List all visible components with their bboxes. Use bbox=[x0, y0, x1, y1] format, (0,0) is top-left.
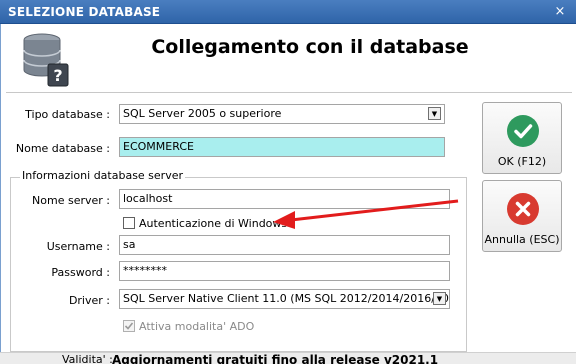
cancel-button-label: Annulla (ESC) bbox=[484, 233, 560, 246]
server-info-group-title: Informazioni database server bbox=[20, 169, 186, 182]
status-bar: Validita' : Aggiornamenti gratuiti fino … bbox=[0, 352, 576, 364]
title-bar: SELEZIONE DATABASE × bbox=[0, 0, 576, 24]
tipo-database-select[interactable]: SQL Server 2005 o superiore ▼ bbox=[119, 104, 445, 124]
windows-auth-checkbox[interactable] bbox=[123, 217, 135, 229]
nome-database-label: Nome database : bbox=[15, 142, 110, 155]
page-title: Collegamento con il database bbox=[151, 36, 469, 58]
chevron-down-icon[interactable]: ▼ bbox=[433, 292, 446, 305]
ado-checkbox[interactable] bbox=[123, 320, 135, 332]
driver-select[interactable]: SQL Server Native Client 11.0 (MS SQL 20… bbox=[119, 289, 450, 309]
close-icon[interactable]: × bbox=[553, 5, 567, 19]
username-field[interactable]: sa bbox=[119, 235, 450, 255]
password-label: Password : bbox=[51, 266, 110, 279]
x-icon bbox=[507, 193, 539, 225]
validity-value: Aggiornamenti gratuiti fino alla release… bbox=[112, 353, 439, 364]
tipo-database-label: Tipo database : bbox=[25, 108, 110, 121]
nome-database-field[interactable]: ECOMMERCE bbox=[119, 137, 445, 157]
tipo-database-value: SQL Server 2005 o superiore bbox=[123, 107, 282, 120]
validity-label: Validita' : bbox=[62, 353, 113, 364]
red-arrow-annotation bbox=[273, 199, 459, 229]
driver-label: Driver : bbox=[68, 294, 110, 307]
check-icon bbox=[124, 322, 134, 330]
cancel-button[interactable]: Annulla (ESC) bbox=[482, 180, 562, 252]
svg-text:?: ? bbox=[53, 66, 62, 85]
password-field[interactable]: ******** bbox=[119, 261, 450, 281]
driver-value: SQL Server Native Client 11.0 (MS SQL 20… bbox=[123, 292, 450, 305]
ok-button-label: OK (F12) bbox=[497, 155, 547, 168]
username-label: Username : bbox=[46, 240, 110, 253]
window-title: SELEZIONE DATABASE bbox=[8, 5, 161, 19]
ok-button[interactable]: OK (F12) bbox=[482, 102, 562, 174]
nome-server-label: Nome server : bbox=[32, 194, 110, 207]
checkmark-icon bbox=[507, 115, 539, 147]
header-divider bbox=[6, 92, 572, 93]
database-question-icon: ? bbox=[23, 33, 69, 87]
ado-label: Attiva modalita' ADO bbox=[139, 320, 255, 333]
chevron-down-icon[interactable]: ▼ bbox=[428, 107, 441, 120]
